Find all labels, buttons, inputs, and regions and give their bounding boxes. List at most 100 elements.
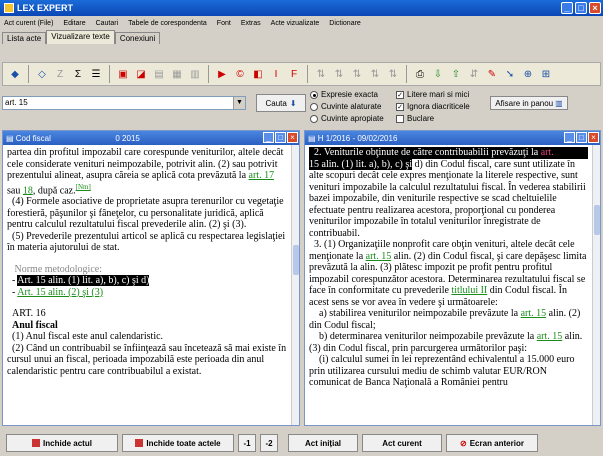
compare4-icon[interactable]: ⇅ <box>367 66 383 82</box>
article-number: ART. 16 <box>12 308 46 320</box>
grid-icon[interactable]: ▦ <box>169 66 185 82</box>
norme-link-2[interactable]: Art. 15 alin. (2) şi (3) <box>17 287 103 298</box>
f-icon[interactable]: F <box>286 66 302 82</box>
copyright-icon[interactable]: © <box>232 66 248 82</box>
highlight-art15[interactable]: 15 alin. (1) lit. a), b), c) şi <box>309 158 413 170</box>
left-scrollbar[interactable] <box>291 145 299 425</box>
link-icon[interactable]: ⊕ <box>520 66 536 82</box>
app-title: LEX EXPERT <box>17 3 74 13</box>
close-all-icon <box>135 439 144 447</box>
right-document-pane: ▤ H 1/2016 - 09/02/2016 _ □ × 2. Venituril… <box>304 130 601 426</box>
link-art15-c[interactable]: art. 15 <box>537 331 563 342</box>
compare5-icon[interactable]: ⇅ <box>385 66 401 82</box>
up-icon[interactable]: ⇧ <box>448 66 464 82</box>
close-doc-icon <box>32 439 41 447</box>
link-art15-a[interactable]: art. 15 <box>366 251 392 262</box>
option-scattered[interactable]: Cuvinte alaturate <box>310 102 381 111</box>
toolbar: ◆ ◇ Z Σ ☰ ▣ ◪ ▤ ▦ ▥ ▶ © ◧ I F ⇅ ⇅ ⇅ ⇅ ⇅ … <box>2 62 601 86</box>
checkbox-loops[interactable]: Buclare <box>396 114 434 123</box>
close-act-button[interactable]: Inchide actul <box>6 434 118 452</box>
chevron-down-icon[interactable]: ▼ <box>233 97 245 109</box>
menu-tables[interactable]: Tabele de corespondenta <box>128 20 207 27</box>
search-row: art. 15 ▼ Cauta ⬇ Expresie exacta Cuvint… <box>0 88 603 128</box>
checkbox-diacritics[interactable]: ✓ Ignora diacriticele <box>396 102 470 111</box>
link-art17[interactable]: art. 17 <box>249 170 275 181</box>
right-scrollbar[interactable] <box>592 145 600 425</box>
grid2-icon[interactable]: ▥ <box>187 66 203 82</box>
minimize-icon[interactable]: _ <box>564 132 575 143</box>
bookmark-icon[interactable]: ▶ <box>214 66 230 82</box>
search-button[interactable]: Cauta ⬇ <box>256 94 306 112</box>
checkbox-case[interactable]: ✓ Litere mari si mici <box>396 90 469 99</box>
app-icon <box>4 3 14 13</box>
close-icon[interactable]: × <box>588 132 599 143</box>
link-title-ii[interactable]: titlului II <box>451 285 487 296</box>
sort-icon[interactable]: ⇵ <box>466 66 482 82</box>
maximize-icon[interactable]: □ <box>576 132 587 143</box>
back-arrow-icon[interactable]: ◆ <box>7 66 23 82</box>
maximize-icon[interactable]: □ <box>575 2 587 14</box>
link-art15-b[interactable]: art. 15 <box>521 308 547 319</box>
menu-search[interactable]: Cautari <box>96 20 119 27</box>
compare1-icon[interactable]: ⇅ <box>313 66 329 82</box>
minimize-icon[interactable]: _ <box>263 132 274 143</box>
book-icon[interactable]: ◧ <box>250 66 266 82</box>
doc-icon[interactable]: ▣ <box>115 66 131 82</box>
doc-arrow-icon[interactable]: ◪ <box>133 66 149 82</box>
sigma-icon[interactable]: Σ <box>70 66 86 82</box>
minimize-icon[interactable]: _ <box>561 2 573 14</box>
tab-acts-list[interactable]: Lista acte <box>2 32 47 44</box>
arrow-down-icon: ⬇ <box>289 98 297 108</box>
arrow-icon[interactable]: ➘ <box>502 66 518 82</box>
title-bar: LEX EXPERT _ □ × <box>0 0 603 16</box>
highlight-art[interactable]: art. <box>540 147 554 158</box>
option-exact[interactable]: Expresie exacta <box>310 90 378 99</box>
maximize-icon[interactable]: □ <box>275 132 286 143</box>
menu-bar: Act curent (File) Editare Cautari Tabele… <box>0 17 603 29</box>
compare3-icon[interactable]: ⇅ <box>349 66 365 82</box>
i-icon[interactable]: I <box>268 66 284 82</box>
left-pane-content: partea din profitul impozabil care cores… <box>7 147 287 377</box>
initial-act-button[interactable]: Act inițial <box>288 434 358 452</box>
norme-link[interactable]: [Nm] <box>76 183 91 191</box>
tab-view-texts[interactable]: Vizualizare texte <box>46 30 115 44</box>
doc-icon: ▤ <box>6 133 16 143</box>
minus-two-button[interactable]: -2 <box>260 434 278 452</box>
right-pane-title: ▤ H 1/2016 - 09/02/2016 _ □ × <box>305 131 600 145</box>
compare2-icon[interactable]: ⇅ <box>331 66 347 82</box>
panel-display-button[interactable]: Afisare in panou ▥ <box>490 96 568 110</box>
close-icon[interactable]: × <box>589 2 601 14</box>
diamond-icon[interactable]: ◇ <box>34 66 50 82</box>
menu-edit[interactable]: Editare <box>63 20 85 27</box>
menu-dictionaries[interactable]: Dictionare <box>329 20 361 27</box>
article-title: Anul fiscal <box>12 319 58 331</box>
right-pane-content: 2. Veniturile obţinute de către contribu… <box>309 147 588 388</box>
minus-one-button[interactable]: -1 <box>238 434 256 452</box>
search-value: art. 15 <box>5 98 28 107</box>
search-button-label: Cauta <box>265 98 287 108</box>
tab-connections[interactable]: Conexiuni <box>114 32 161 44</box>
search-input[interactable]: art. 15 ▼ <box>2 96 246 110</box>
no-entry-icon: ⊘ <box>460 438 467 448</box>
doc-grey-icon[interactable]: ▤ <box>151 66 167 82</box>
close-icon[interactable]: × <box>287 132 298 143</box>
pen-icon[interactable]: ✎ <box>484 66 500 82</box>
app-window: LEX EXPERT _ □ × Act curent (File) Edita… <box>0 0 603 456</box>
list-icon[interactable]: ☰ <box>88 66 104 82</box>
close-all-acts-button[interactable]: Inchide toate actele <box>122 434 234 452</box>
table-icon[interactable]: ⊞ <box>538 66 554 82</box>
menu-extras[interactable]: Extras <box>241 20 261 27</box>
down-icon[interactable]: ⇩ <box>430 66 446 82</box>
option-close[interactable]: Cuvinte apropiate <box>310 114 384 123</box>
norme-link-1[interactable]: Art. 15 alin. (1) lit. a), b), c) şi d) <box>17 275 150 287</box>
z-icon[interactable]: Z <box>52 66 68 82</box>
previous-screen-button[interactable]: ⊘ Ecran anterior <box>446 434 538 452</box>
current-act-button[interactable]: Act curent <box>362 434 442 452</box>
menu-file[interactable]: Act curent (File) <box>4 20 53 27</box>
link-art18[interactable]: 18 <box>23 185 33 196</box>
print-icon[interactable]: ⎙ <box>412 66 428 82</box>
bottom-bar: Inchide actul Inchide toate actele -1 -2… <box>0 430 603 456</box>
menu-viewed[interactable]: Acte vizualizate <box>271 20 320 27</box>
panel-icon: ▥ <box>555 98 563 108</box>
menu-font[interactable]: Font <box>217 20 231 27</box>
